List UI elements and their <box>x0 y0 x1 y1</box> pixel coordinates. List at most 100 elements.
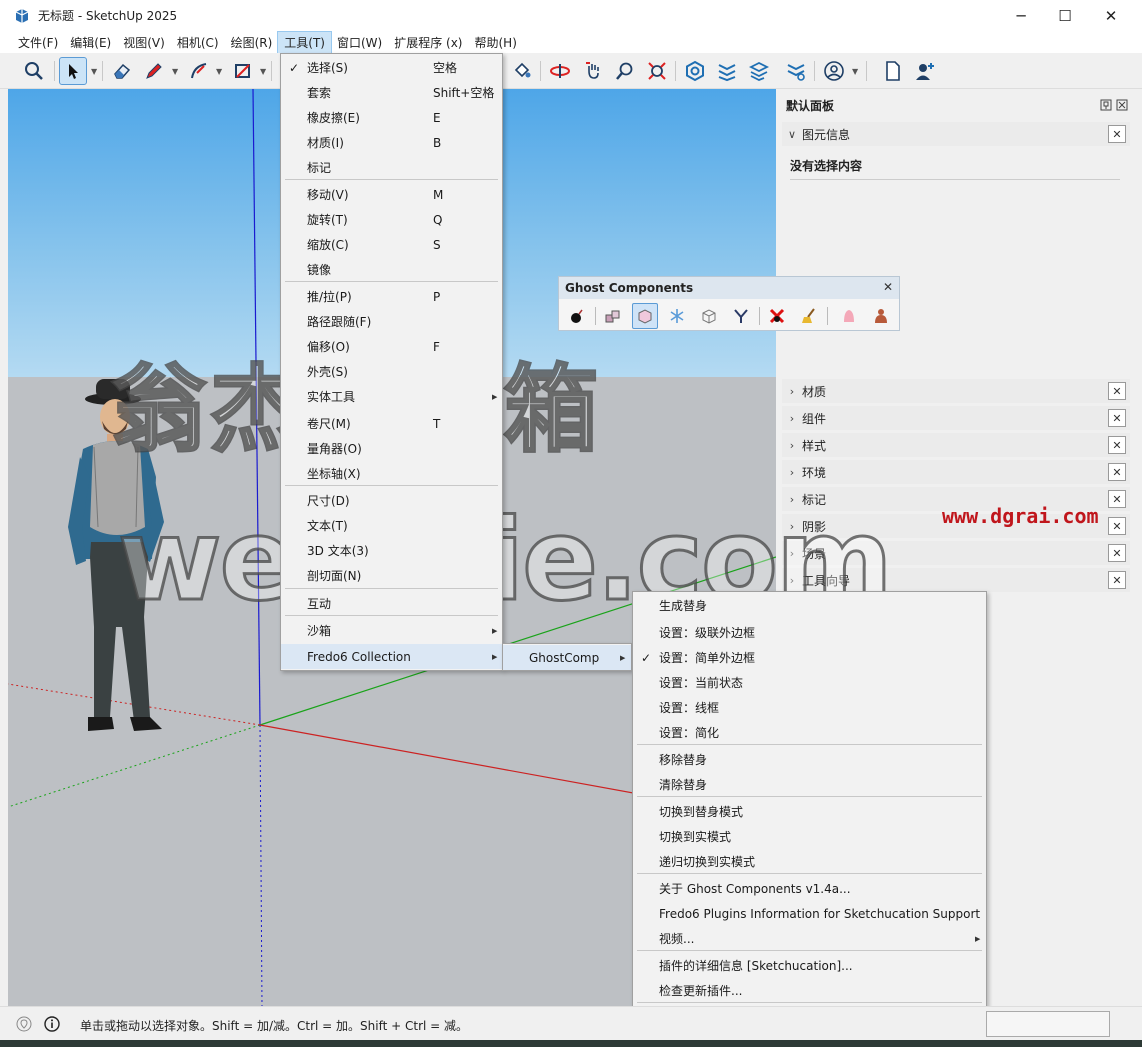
ghostcomp-menu-item[interactable]: 清除替身 <box>633 772 986 797</box>
ghostcomp-menu-item[interactable]: ✓ 设置：简单外边框 <box>633 645 986 670</box>
ghost-cubes-icon[interactable] <box>600 303 626 329</box>
broom-icon[interactable] <box>796 303 822 329</box>
menu-window[interactable]: 窗口(W) <box>331 32 388 53</box>
close-icon[interactable]: ✕ <box>1108 436 1126 454</box>
menu-item-move[interactable]: 移动(V) M <box>281 182 502 207</box>
menu-item-interact[interactable]: 互动 <box>281 591 502 616</box>
close-icon[interactable]: ✕ <box>1108 571 1126 589</box>
paint-bucket-icon[interactable] <box>508 57 536 85</box>
ghostcomp-menu-item[interactable]: 插件的详细信息 [Sketchucation]... <box>633 953 986 978</box>
pin-icon[interactable] <box>1100 99 1112 111</box>
menu-item-rotate[interactable]: 旋转(T) Q <box>281 207 502 232</box>
menu-edit[interactable]: 编辑(E) <box>64 32 117 53</box>
settings-layers-icon[interactable] <box>782 57 810 85</box>
menu-tools[interactable]: 工具(T) <box>277 30 332 54</box>
pencil-tool-icon[interactable] <box>140 57 168 85</box>
ghostcomp-menu-item[interactable]: 视频... ▶ <box>633 926 986 951</box>
menu-item-select[interactable]: ✓ 选择(S) 空格 <box>281 55 502 80</box>
close-icon[interactable]: ✕ <box>1108 382 1126 400</box>
rectangle-tool-icon[interactable] <box>229 57 257 85</box>
chevron-down-icon[interactable]: ▼ <box>260 67 266 76</box>
close-icon[interactable]: ✕ <box>1108 490 1126 508</box>
account-icon[interactable] <box>820 57 848 85</box>
ghostcomp-menu-item[interactable]: 设置：当前状态 <box>633 670 986 695</box>
menu-item-ghostcomp[interactable]: GhostComp ▶ <box>503 645 631 670</box>
menu-item-pushpull[interactable]: 推/拉(P) P <box>281 284 502 309</box>
ghostcomp-menu-item[interactable]: Fredo6 Plugins Information for Sketchuca… <box>633 901 986 926</box>
ghostcomp-menu-item[interactable]: 移除替身 <box>633 747 986 772</box>
chevron-down-icon[interactable]: ▼ <box>172 67 178 76</box>
ghostcomp-menu-item[interactable]: 设置：线框 <box>633 695 986 720</box>
new-file-icon[interactable] <box>879 57 907 85</box>
stack-tool-icon[interactable] <box>745 57 773 85</box>
chevron-down-icon[interactable]: ▼ <box>852 67 858 76</box>
component-tool-icon[interactable] <box>681 57 709 85</box>
close-button[interactable]: ✕ <box>1088 0 1134 31</box>
ghostcomp-menu-item[interactable]: 检查更新插件... <box>633 978 986 1003</box>
menu-item-sandbox[interactable]: 沙箱 ▶ <box>281 618 502 643</box>
funnel-icon[interactable] <box>728 303 754 329</box>
arc-tool-icon[interactable] <box>185 57 213 85</box>
chevron-down-icon[interactable]: ▼ <box>91 67 97 76</box>
maximize-button[interactable]: ☐ <box>1042 0 1088 31</box>
close-icon[interactable] <box>1116 99 1128 111</box>
menu-help[interactable]: 帮助(H) <box>468 32 522 53</box>
chevron-down-icon[interactable]: ▼ <box>216 67 222 76</box>
ghostcomp-menu-item[interactable]: 切换到替身模式 <box>633 799 986 824</box>
ghostcomp-menu-item[interactable]: 设置：简化 <box>633 720 986 745</box>
menu-item-solid-tools[interactable]: 实体工具 ▶ <box>281 384 502 409</box>
wireframe-cube-icon[interactable] <box>696 303 722 329</box>
ghost-figure-icon[interactable] <box>836 303 862 329</box>
menu-item-text[interactable]: 文本(T) <box>281 513 502 538</box>
section-styles[interactable]: › 样式 ✕ <box>782 433 1130 457</box>
menu-item-fredo6-collection[interactable]: Fredo6 Collection ▶ <box>281 644 502 669</box>
ghostcomp-menu-item[interactable]: 切换到实模式 <box>633 824 986 849</box>
close-icon[interactable]: ✕ <box>1108 409 1126 427</box>
close-icon[interactable]: ✕ <box>1108 125 1126 143</box>
section-materials[interactable]: › 材质 ✕ <box>782 379 1130 403</box>
menu-item-paint[interactable]: 材质(I) B <box>281 130 502 155</box>
close-icon[interactable]: ✕ <box>1108 463 1126 481</box>
zoom-extents-icon[interactable] <box>643 57 671 85</box>
eraser-tool-icon[interactable] <box>108 57 136 85</box>
close-icon[interactable]: ✕ <box>1108 517 1126 535</box>
section-environment[interactable]: › 环境 ✕ <box>782 460 1130 484</box>
ghost-toolbar-title[interactable]: Ghost Components <box>559 277 899 299</box>
measurements-box[interactable] <box>986 1011 1110 1037</box>
menu-item-shell[interactable]: 外壳(S) <box>281 359 502 384</box>
search-tool-icon[interactable] <box>20 57 48 85</box>
bomb-icon[interactable] <box>564 303 590 329</box>
remove-ghost-icon[interactable] <box>764 303 790 329</box>
zoom-tool-icon[interactable] <box>611 57 639 85</box>
menu-item-offset[interactable]: 偏移(O) F <box>281 334 502 359</box>
menu-item-eraser[interactable]: 橡皮擦(E) E <box>281 105 502 130</box>
menu-item-protractor[interactable]: 量角器(O) <box>281 436 502 461</box>
menu-item-lasso[interactable]: 套索 Shift+空格 <box>281 80 502 105</box>
menu-item-dimensions[interactable]: 尺寸(D) <box>281 488 502 513</box>
close-icon[interactable]: ✕ <box>1108 544 1126 562</box>
minimize-button[interactable]: ─ <box>998 0 1044 31</box>
snowflake-icon[interactable] <box>664 303 690 329</box>
ghostcomp-menu-item[interactable]: 关于 Ghost Components v1.4a... <box>633 876 986 901</box>
solid-figure-icon[interactable] <box>868 303 894 329</box>
add-user-icon[interactable] <box>911 57 939 85</box>
ghostcomp-menu-item[interactable]: 递归切换到实模式 <box>633 849 986 874</box>
entity-info-header[interactable]: ∨ 图元信息 ✕ <box>782 122 1130 146</box>
menu-file[interactable]: 文件(F) <box>12 32 64 53</box>
ghostcomp-menu-item[interactable]: 设置：级联外边框 <box>633 620 986 645</box>
menu-extensions[interactable]: 扩展程序 (x) <box>388 32 468 53</box>
ghost-box-icon[interactable] <box>632 303 658 329</box>
orbit-tool-icon[interactable] <box>546 57 574 85</box>
menu-item-3d-text[interactable]: 3D 文本(3) <box>281 538 502 563</box>
geo-location-icon[interactable] <box>16 1016 32 1032</box>
menu-view[interactable]: 视图(V) <box>117 32 171 53</box>
menu-item-axes[interactable]: 坐标轴(X) <box>281 461 502 486</box>
menu-item-tape[interactable]: 卷尺(M) T <box>281 411 502 436</box>
menu-camera[interactable]: 相机(C) <box>171 32 225 53</box>
menu-item-followme[interactable]: 路径跟随(F) <box>281 309 502 334</box>
menu-item-tags[interactable]: 标记 <box>281 155 502 180</box>
info-icon[interactable] <box>44 1016 60 1032</box>
close-icon[interactable]: ✕ <box>883 280 893 294</box>
menu-item-scale[interactable]: 缩放(C) S <box>281 232 502 257</box>
menu-draw[interactable]: 绘图(R) <box>225 32 279 53</box>
